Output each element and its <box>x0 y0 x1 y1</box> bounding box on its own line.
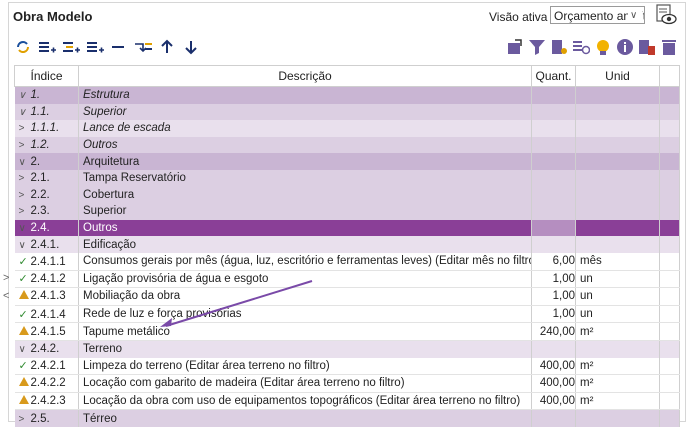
annotation-arrow <box>160 280 313 327</box>
annotation-arrow-line <box>165 280 313 327</box>
annotation-arrow-head <box>160 318 172 327</box>
